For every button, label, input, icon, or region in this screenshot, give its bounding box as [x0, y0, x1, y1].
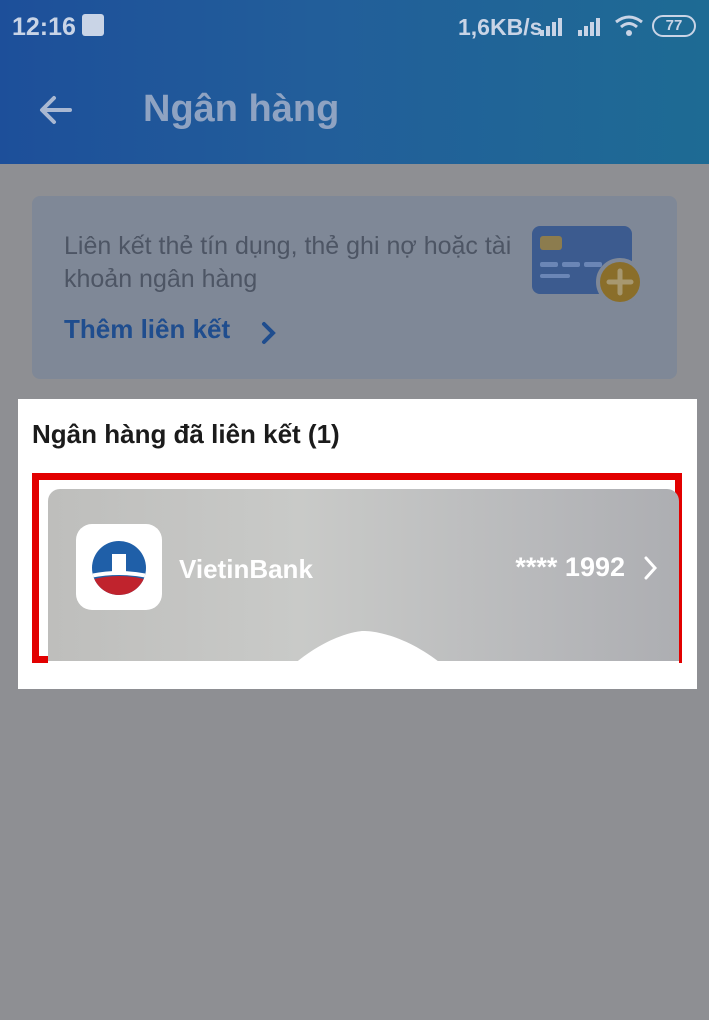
account-number: **** 1992	[515, 552, 625, 582]
card-notch	[293, 631, 443, 665]
bank-card-vietinbank[interactable]: VietinBank **** 1992	[48, 489, 679, 665]
upload-icon	[82, 14, 104, 36]
signal-icon	[540, 18, 562, 36]
linked-banks-section: Ngân hàng đã liên kết (1) VietinBank ***…	[18, 399, 697, 689]
promo-description: Liên kết thẻ tín dụng, thẻ ghi nợ hoặc t…	[64, 232, 512, 293]
bank-name: VietinBank	[179, 554, 313, 584]
signal-icon	[578, 18, 600, 36]
chevron-right-icon	[644, 556, 658, 580]
app-header: 12:16 1,6KB/s 77 Ngân hàng	[0, 0, 709, 164]
section-title: Ngân hàng đã liên kết (1)	[32, 419, 340, 449]
status-bar: 12:16 1,6KB/s 77	[0, 0, 709, 56]
credit-card-add-icon	[532, 226, 644, 306]
vietinbank-logo-icon	[92, 541, 146, 595]
battery-icon: 77	[652, 15, 696, 37]
network-speed: 1,6KB/s	[458, 14, 543, 40]
vietinbank-logo	[76, 524, 162, 610]
status-time: 12:16	[12, 13, 76, 41]
add-link-card[interactable]: Liên kết thẻ tín dụng, thẻ ghi nợ hoặc t…	[32, 196, 677, 379]
arrow-left-icon[interactable]	[36, 90, 76, 130]
chevron-right-icon	[262, 322, 276, 344]
wifi-icon	[615, 15, 643, 36]
add-link-button[interactable]: Thêm liên kết	[64, 314, 230, 345]
card-bottom-edge	[48, 661, 679, 665]
highlight-frame: VietinBank **** 1992	[32, 473, 682, 665]
page-title: Ngân hàng	[143, 88, 340, 130]
